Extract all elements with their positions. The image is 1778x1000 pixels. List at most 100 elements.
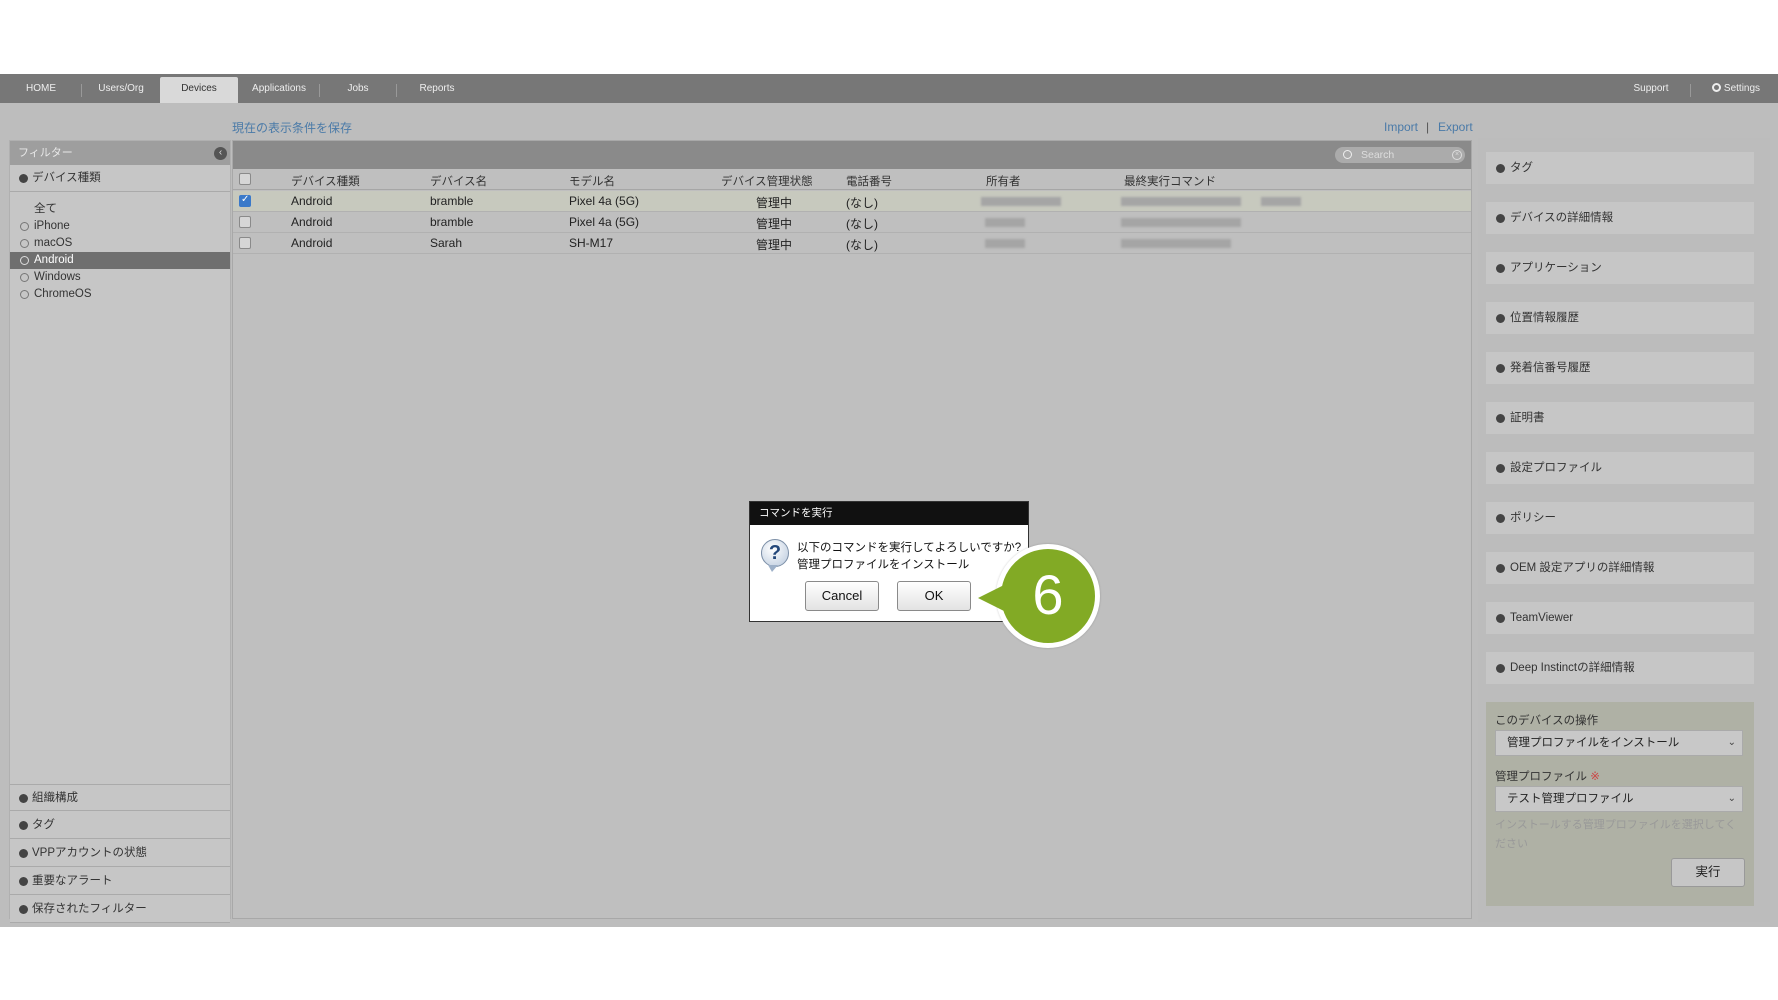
save-filter-link[interactable]: 現在の表示条件を保存 xyxy=(232,119,352,136)
filter-option-chromeos[interactable]: ChromeOS xyxy=(10,286,230,303)
dialog-command: 管理プロファイルをインストール xyxy=(797,559,970,571)
column-phone[interactable]: 電話番号 xyxy=(846,173,892,189)
search-placeholder: Search xyxy=(1361,149,1395,161)
search-input[interactable]: Search × xyxy=(1335,147,1465,163)
operation-select[interactable]: 管理プロファイルをインストール ⌄ xyxy=(1495,730,1743,756)
filter-section-tag[interactable]: タグ xyxy=(10,812,230,839)
required-mark: ※ xyxy=(1590,771,1600,783)
tab-applications[interactable]: Applications xyxy=(239,74,319,103)
details-section-oem[interactable]: OEM 設定アプリの詳細情報 xyxy=(1486,552,1754,584)
row-checkbox[interactable] xyxy=(239,194,251,207)
cancel-button[interactable]: Cancel xyxy=(805,581,879,611)
collapse-left-icon[interactable]: ‹ xyxy=(214,147,227,160)
option-label: 全て xyxy=(34,203,57,215)
filter-section-saved[interactable]: 保存されたフィルター xyxy=(10,896,230,923)
settings-label: Settings xyxy=(1723,83,1761,94)
details-section-applications[interactable]: アプリケーション xyxy=(1486,252,1754,284)
section-label: アプリケーション xyxy=(1510,262,1602,274)
filter-header: フィルター ‹ xyxy=(10,141,230,165)
row-checkbox[interactable] xyxy=(239,237,251,249)
column-last-command[interactable]: 最終実行コマンド xyxy=(1124,173,1216,189)
tab-jobs[interactable]: Jobs xyxy=(320,74,396,103)
cell-status: 管理中 xyxy=(756,238,793,252)
cell-device-name: Sarah xyxy=(430,236,463,250)
expand-icon xyxy=(1496,364,1505,373)
filter-option-windows[interactable]: Windows xyxy=(10,269,230,286)
tab-home[interactable]: HOME xyxy=(0,74,82,103)
run-button[interactable]: 実行 xyxy=(1671,858,1745,887)
filter-option-android[interactable]: Android xyxy=(10,252,230,269)
column-owner[interactable]: 所有者 xyxy=(986,173,1021,189)
chevron-down-icon: ⌄ xyxy=(1727,793,1736,804)
radio-icon xyxy=(20,290,29,299)
details-section-call-history[interactable]: 発着信番号履歴 xyxy=(1486,352,1754,384)
cell-command-redacted xyxy=(1121,239,1231,248)
filter-option-iphone[interactable]: iPhone xyxy=(10,218,230,235)
expand-icon xyxy=(1496,664,1505,673)
table-row[interactable]: Android bramble Pixel 4a (5G) 管理中 (なし) xyxy=(233,212,1471,233)
import-link[interactable]: Import xyxy=(1384,120,1418,134)
details-section-location[interactable]: 位置情報履歴 xyxy=(1486,302,1754,334)
clear-search-icon[interactable]: × xyxy=(1452,150,1462,160)
option-label: iPhone xyxy=(34,220,70,232)
cell-command-redacted xyxy=(1121,218,1241,227)
filter-option-macos[interactable]: macOS xyxy=(10,235,230,252)
details-section-teamviewer[interactable]: TeamViewer xyxy=(1486,602,1754,634)
details-section-tag[interactable]: タグ xyxy=(1486,152,1754,184)
step-callout-pointer-fill xyxy=(978,585,1004,611)
profile-hint: インストールする管理プロファイルを選択してください xyxy=(1495,819,1737,850)
search-icon xyxy=(1343,150,1352,159)
section-label: 位置情報履歴 xyxy=(1510,312,1579,324)
row-checkbox[interactable] xyxy=(239,216,251,228)
ok-button[interactable]: OK xyxy=(897,581,971,611)
export-link[interactable]: Export xyxy=(1438,120,1473,134)
profile-select[interactable]: テスト管理プロファイル ⌄ xyxy=(1495,786,1743,812)
expand-icon xyxy=(19,174,28,183)
support-link[interactable]: Support xyxy=(1620,74,1682,103)
tab-users-org[interactable]: Users/Org xyxy=(82,74,160,103)
details-section-certificates[interactable]: 証明書 xyxy=(1486,402,1754,434)
details-section-profiles[interactable]: 設定プロファイル xyxy=(1486,452,1754,484)
filter-title: フィルター xyxy=(18,147,73,159)
table-row[interactable]: Android Sarah SH-M17 管理中 (なし) xyxy=(233,233,1471,254)
cell-model: SH-M17 xyxy=(569,236,614,250)
filter-section-vpp[interactable]: VPPアカウントの状態 xyxy=(10,840,230,867)
filter-section-device-type[interactable]: デバイス種類 xyxy=(10,165,230,192)
cell-device-name: bramble xyxy=(430,194,474,208)
expand-icon xyxy=(1496,264,1505,273)
section-label: ポリシー xyxy=(1510,512,1556,524)
filter-option-all[interactable]: 全て xyxy=(10,201,230,218)
details-section-device-info[interactable]: デバイスの詳細情報 xyxy=(1486,202,1754,234)
cell-phone: (なし) xyxy=(846,196,878,210)
section-label: タグ xyxy=(1510,162,1533,174)
section-label: 重要なアラート xyxy=(32,875,113,887)
details-section-deep-instinct[interactable]: Deep Instinctの詳細情報 xyxy=(1486,652,1754,684)
radio-icon xyxy=(20,256,29,265)
expand-icon xyxy=(19,794,28,803)
cell-device-type: Android xyxy=(291,215,333,229)
dialog-question: 以下のコマンドを実行してよろしいですか? xyxy=(797,542,1022,554)
column-device-name[interactable]: デバイス名 xyxy=(430,173,487,189)
link-separator: | xyxy=(1426,120,1430,134)
dialog-title: コマンドを実行 xyxy=(750,502,1028,525)
details-section-policy[interactable]: ポリシー xyxy=(1486,502,1754,534)
cell-command-redacted xyxy=(1261,197,1301,206)
tab-devices[interactable]: Devices xyxy=(160,77,238,103)
filter-section-alerts[interactable]: 重要なアラート xyxy=(10,868,230,895)
section-label: OEM 設定アプリの詳細情報 xyxy=(1510,562,1655,574)
table-header: デバイス種類 デバイス名 モデル名 デバイス管理状態 電話番号 所有者 最終実行… xyxy=(233,169,1471,190)
filter-section-org[interactable]: 組織構成 xyxy=(10,784,230,811)
expand-icon xyxy=(1496,514,1505,523)
section-label: VPPアカウントの状態 xyxy=(32,847,148,859)
select-all-checkbox[interactable] xyxy=(239,173,251,185)
table-row[interactable]: Android bramble Pixel 4a (5G) 管理中 (なし) xyxy=(233,191,1471,212)
section-label: 組織構成 xyxy=(32,792,78,804)
cell-model: Pixel 4a (5G) xyxy=(569,194,640,208)
cell-device-type: Android xyxy=(291,194,333,208)
cell-status: 管理中 xyxy=(756,196,793,210)
settings-link[interactable]: Settings xyxy=(1700,74,1772,103)
tab-reports[interactable]: Reports xyxy=(397,74,477,103)
column-device-type[interactable]: デバイス種類 xyxy=(291,173,360,189)
column-management-status[interactable]: デバイス管理状態 xyxy=(721,173,813,189)
column-model[interactable]: モデル名 xyxy=(569,173,615,189)
